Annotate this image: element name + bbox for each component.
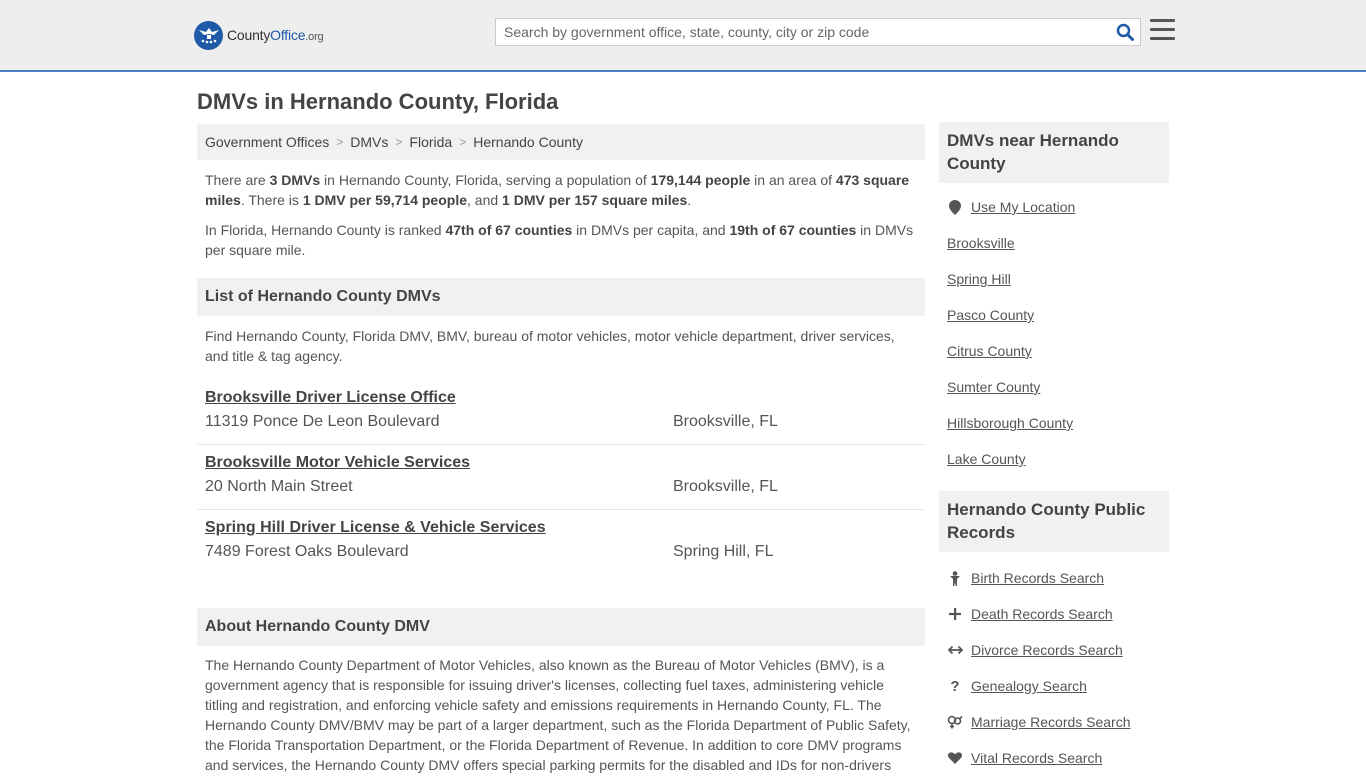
breadcrumb: Government Offices > DMVs > Florida > He… <box>197 124 925 160</box>
ranking-paragraph: In Florida, Hernando County is ranked 47… <box>205 222 914 258</box>
records-link[interactable]: Vital Records Search <box>971 750 1102 766</box>
map-pin-icon <box>947 199 963 215</box>
sidebar-item-birth-records: Birth Records Search <box>939 560 1169 596</box>
nearby-list: Use My Location Brooksville Spring Hill … <box>939 183 1169 477</box>
site-header: CountyOffice.org <box>0 0 1366 72</box>
office-address: 11319 Ponce De Leon Boulevard <box>205 413 440 430</box>
nearby-link[interactable]: Sumter County <box>947 379 1040 395</box>
search-bar <box>495 18 1141 46</box>
sidebar-item-pasco-county: Pasco County <box>939 297 1169 333</box>
nearby-heading: DMVs near Hernando County <box>939 122 1169 183</box>
nearby-link[interactable]: Citrus County <box>947 343 1032 359</box>
about-section-heading: About Hernando County DMV <box>197 608 925 646</box>
list-description: Find Hernando County, Florida DMV, BMV, … <box>205 328 895 364</box>
page-title: DMVs in Hernando County, Florida <box>197 89 559 114</box>
sidebar-item-marriage-records: Marriage Records Search <box>939 704 1169 740</box>
intro-paragraph: There are 3 DMVs in Hernando County, Flo… <box>205 172 910 208</box>
office-name-link[interactable]: Brooksville Driver License Office <box>205 389 456 407</box>
about-paragraph: The Hernando County Department of Motor … <box>205 657 911 773</box>
heart-icon <box>947 750 963 766</box>
records-link[interactable]: Divorce Records Search <box>971 642 1123 658</box>
sidebar-item-hillsborough-county: Hillsborough County <box>939 405 1169 441</box>
use-location-link[interactable]: Use My Location <box>971 199 1075 215</box>
breadcrumb-dmvs[interactable]: DMVs <box>350 134 388 150</box>
sidebar-item-death-records: Death Records Search <box>939 596 1169 632</box>
records-list: Birth Records Search Death Records Searc… <box>939 552 1169 776</box>
office-list-item: Brooksville Motor Vehicle Services 20 No… <box>197 445 925 510</box>
office-list: Brooksville Driver License Office 11319 … <box>197 380 925 575</box>
nearby-link[interactable]: Lake County <box>947 451 1026 467</box>
office-address: 7489 Forest Oaks Boulevard <box>205 543 409 560</box>
records-link[interactable]: Marriage Records Search <box>971 714 1131 730</box>
nearby-link[interactable]: Hillsborough County <box>947 415 1073 431</box>
office-city: Spring Hill, FL <box>673 543 774 560</box>
nearby-link[interactable]: Brooksville <box>947 235 1015 251</box>
list-section-heading: List of Hernando County DMVs <box>197 278 925 316</box>
breadcrumb-hernando-county[interactable]: Hernando County <box>473 134 583 150</box>
split-arrows-icon <box>947 642 963 658</box>
records-heading: Hernando County Public Records <box>939 491 1169 552</box>
breadcrumb-government-offices[interactable]: Government Offices <box>205 134 329 150</box>
search-icon[interactable] <box>1110 19 1140 45</box>
sidebar-item-spring-hill: Spring Hill <box>939 261 1169 297</box>
office-name-link[interactable]: Spring Hill Driver License & Vehicle Ser… <box>205 519 546 537</box>
chevron-right-icon: > <box>336 135 344 149</box>
question-icon: ? <box>950 677 960 695</box>
records-link[interactable]: Death Records Search <box>971 606 1113 622</box>
chevron-right-icon: > <box>395 135 403 149</box>
sidebar: DMVs near Hernando County Use My Locatio… <box>939 122 1169 776</box>
records-link[interactable]: Birth Records Search <box>971 570 1104 586</box>
baby-icon <box>947 570 963 586</box>
office-list-item: Brooksville Driver License Office 11319 … <box>197 380 925 445</box>
cross-icon <box>947 606 963 622</box>
sidebar-item-use-location: Use My Location <box>939 189 1169 225</box>
sidebar-item-divorce-records: Divorce Records Search <box>939 632 1169 668</box>
nearby-link[interactable]: Spring Hill <box>947 271 1011 287</box>
office-city: Brooksville, FL <box>673 413 778 430</box>
logo-text: CountyOffice.org <box>227 27 324 43</box>
office-city: Brooksville, FL <box>673 478 778 495</box>
office-address: 20 North Main Street <box>205 478 353 495</box>
sidebar-item-citrus-county: Citrus County <box>939 333 1169 369</box>
search-input[interactable] <box>496 19 1110 45</box>
main-content: Government Offices > DMVs > Florida > He… <box>197 124 925 775</box>
sidebar-item-sumter-county: Sumter County <box>939 369 1169 405</box>
sidebar-item-genealogy: ? Genealogy Search <box>939 668 1169 704</box>
office-list-item: Spring Hill Driver License & Vehicle Ser… <box>197 510 925 575</box>
site-logo[interactable]: CountyOffice.org <box>194 20 324 50</box>
chevron-right-icon: > <box>459 135 467 149</box>
sidebar-item-brooksville: Brooksville <box>939 225 1169 261</box>
gender-symbols-icon <box>947 714 963 730</box>
records-link[interactable]: Genealogy Search <box>971 678 1087 694</box>
breadcrumb-florida[interactable]: Florida <box>409 134 452 150</box>
eagle-seal-icon <box>194 20 223 50</box>
hamburger-menu-icon[interactable] <box>1150 19 1176 43</box>
sidebar-item-vital-records: Vital Records Search <box>939 740 1169 776</box>
sidebar-item-lake-county: Lake County <box>939 441 1169 477</box>
nearby-link[interactable]: Pasco County <box>947 307 1034 323</box>
office-name-link[interactable]: Brooksville Motor Vehicle Services <box>205 454 470 472</box>
